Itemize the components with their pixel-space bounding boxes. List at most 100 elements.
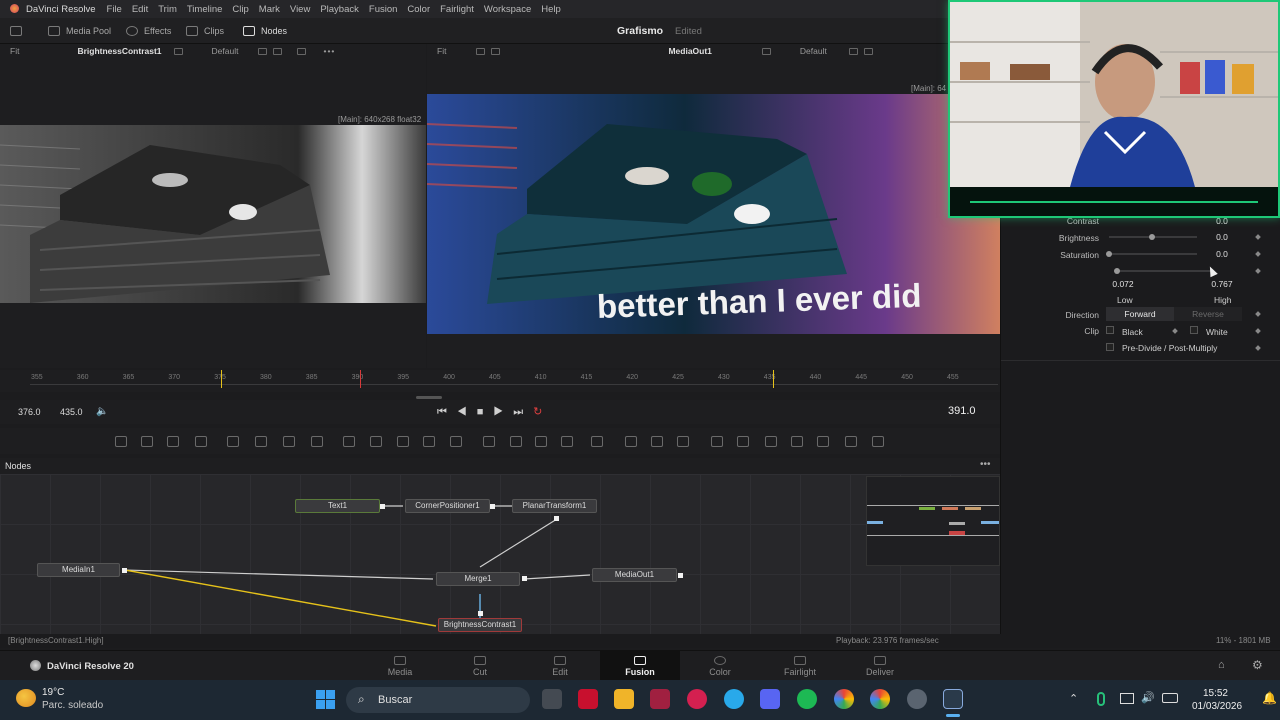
left-viewer-options-icon[interactable]	[173, 47, 183, 55]
play-icon[interactable]: ▶	[493, 406, 513, 418]
clip-black-keyframe-icon[interactable]	[1172, 328, 1178, 334]
telegram-icon[interactable]	[724, 689, 744, 709]
brightness-slider-knob[interactable]	[1149, 234, 1155, 240]
right-fit-dropdown[interactable]: Fit	[437, 46, 446, 56]
fusion-tool-icon[interactable]	[737, 436, 749, 447]
node-brightness-contrast1[interactable]: BrightnessContrast1	[438, 618, 522, 632]
go-to-start-icon[interactable]: ⏮	[437, 406, 457, 418]
discord-icon[interactable]	[760, 689, 780, 709]
sidebar-toggle-button[interactable]	[10, 18, 22, 44]
weather-temp[interactable]: 19°C	[42, 687, 64, 698]
fusion-tool-icon[interactable]	[765, 436, 777, 447]
settings-gear-icon[interactable]: ⚙	[1252, 658, 1263, 672]
menu-view[interactable]: View	[285, 4, 315, 15]
playhead[interactable]	[360, 370, 361, 388]
node-planar-transform1[interactable]: PlanarTransform1	[512, 499, 597, 513]
fusion-tool-icon[interactable]	[677, 436, 689, 447]
direction-reverse-button[interactable]: Reverse	[1174, 307, 1242, 321]
fusion-tool-icon[interactable]	[370, 436, 382, 447]
bc-output-port[interactable]	[478, 611, 483, 616]
nodes-menu-icon[interactable]: •••	[980, 459, 991, 470]
predivide-keyframe-icon[interactable]	[1255, 345, 1261, 351]
render-in-value[interactable]: 376.0	[18, 407, 41, 417]
page-deliver[interactable]: Deliver	[840, 651, 920, 681]
high-value[interactable]: 0.767	[1203, 278, 1241, 290]
taskbar-search-box[interactable]: ⌕ Buscar	[346, 687, 530, 713]
saturation-slider-knob[interactable]	[1106, 251, 1112, 257]
fusion-tool-icon[interactable]	[483, 436, 495, 447]
right-channel-icon[interactable]	[476, 47, 486, 55]
page-fairlight[interactable]: Fairlight	[760, 651, 840, 681]
planar-output-port[interactable]	[554, 516, 559, 521]
render-out-value[interactable]: 435.0	[60, 407, 83, 417]
corner-output-port[interactable]	[490, 504, 495, 509]
effects-button[interactable]: Effects	[126, 18, 171, 44]
fusion-tool-icon[interactable]	[195, 436, 207, 447]
menu-clip[interactable]: Clip	[227, 4, 253, 15]
fusion-tool-icon[interactable]	[845, 436, 857, 447]
microphone-icon[interactable]	[1097, 692, 1105, 706]
range-keyframe-icon[interactable]	[1255, 268, 1261, 274]
chrome-icon[interactable]	[834, 689, 854, 709]
low-knob[interactable]	[1114, 268, 1120, 274]
menu-help[interactable]: Help	[536, 4, 566, 15]
obs-icon[interactable]	[907, 689, 927, 709]
node-corner-positioner1[interactable]: CornerPositioner1	[405, 499, 490, 513]
node-editor[interactable]: Text1 CornerPositioner1 PlanarTransform1…	[0, 474, 1000, 634]
fusion-tool-icon[interactable]	[283, 436, 295, 447]
left-fit-dropdown[interactable]: Fit	[10, 46, 19, 56]
network-icon[interactable]	[1120, 693, 1134, 704]
menu-fusion[interactable]: Fusion	[364, 4, 403, 15]
davinci-taskbar-icon[interactable]	[943, 689, 963, 709]
menu-trim[interactable]: Trim	[153, 4, 182, 15]
saturation-keyframe-icon[interactable]	[1255, 251, 1261, 257]
taskview-icon[interactable]	[542, 689, 562, 709]
media-pool-button[interactable]: Media Pool	[48, 18, 111, 44]
go-to-end-icon[interactable]: ⏭	[513, 406, 533, 418]
fusion-tool-icon[interactable]	[817, 436, 829, 447]
merge1-output-port[interactable]	[522, 576, 527, 581]
brightness-keyframe-icon[interactable]	[1255, 234, 1261, 240]
reverse-play-icon[interactable]: ◀	[457, 406, 477, 418]
menu-timeline[interactable]: Timeline	[182, 4, 228, 15]
fusion-tool-icon[interactable]	[343, 436, 355, 447]
volume-icon[interactable]: 🔊	[1141, 691, 1155, 704]
stop-icon[interactable]: ■	[477, 406, 494, 418]
audio-speaker-icon[interactable]: 🔈	[96, 406, 108, 417]
snipping-icon[interactable]	[650, 689, 670, 709]
fusion-tool-icon[interactable]	[625, 436, 637, 447]
clip-white-keyframe-icon[interactable]	[1255, 328, 1261, 334]
node-mediain1[interactable]: MediaIn1	[37, 563, 120, 577]
timeline-ruler[interactable]: 3553603653703753803853903954004054104154…	[0, 370, 1000, 399]
chrome-profile-icon[interactable]	[870, 689, 890, 709]
fusion-tool-icon[interactable]	[141, 436, 153, 447]
right-viewer-options-icon[interactable]	[761, 47, 771, 55]
fusion-tool-icon[interactable]	[397, 436, 409, 447]
fusion-tool-icon[interactable]	[791, 436, 803, 447]
low-high-range-slider[interactable]	[1116, 270, 1211, 272]
nodes-button[interactable]: Nodes	[243, 18, 287, 44]
page-cut[interactable]: Cut	[440, 651, 520, 681]
brightness-value[interactable]: 0.0	[1203, 231, 1241, 243]
right-lut-dropdown[interactable]: Default	[800, 46, 827, 56]
menu-playback[interactable]: Playback	[315, 4, 364, 15]
mediain1-output-port[interactable]	[122, 568, 127, 573]
battery-icon[interactable]	[1162, 693, 1178, 703]
weather-desc[interactable]: Parc. soleado	[42, 700, 103, 711]
predivide-checkbox[interactable]	[1106, 343, 1114, 351]
page-color[interactable]: Color	[680, 651, 760, 681]
opera-icon[interactable]	[687, 689, 707, 709]
fusion-tool-icon[interactable]	[711, 436, 723, 447]
left-roi-icon[interactable]	[297, 47, 307, 55]
loop-icon[interactable]: ↻	[533, 406, 552, 418]
fusion-tool-icon[interactable]	[423, 436, 435, 447]
right-view-icon[interactable]	[491, 47, 501, 55]
direction-keyframe-icon[interactable]	[1255, 311, 1261, 317]
saturation-value[interactable]: 0.0	[1203, 248, 1241, 260]
page-fusion[interactable]: Fusion	[600, 651, 680, 681]
file-explorer-icon[interactable]	[614, 689, 634, 709]
mediaout1-output-port[interactable]	[678, 573, 683, 578]
fusion-tool-icon[interactable]	[311, 436, 323, 447]
direction-forward-button[interactable]: Forward	[1106, 307, 1174, 321]
fusion-tool-icon[interactable]	[651, 436, 663, 447]
